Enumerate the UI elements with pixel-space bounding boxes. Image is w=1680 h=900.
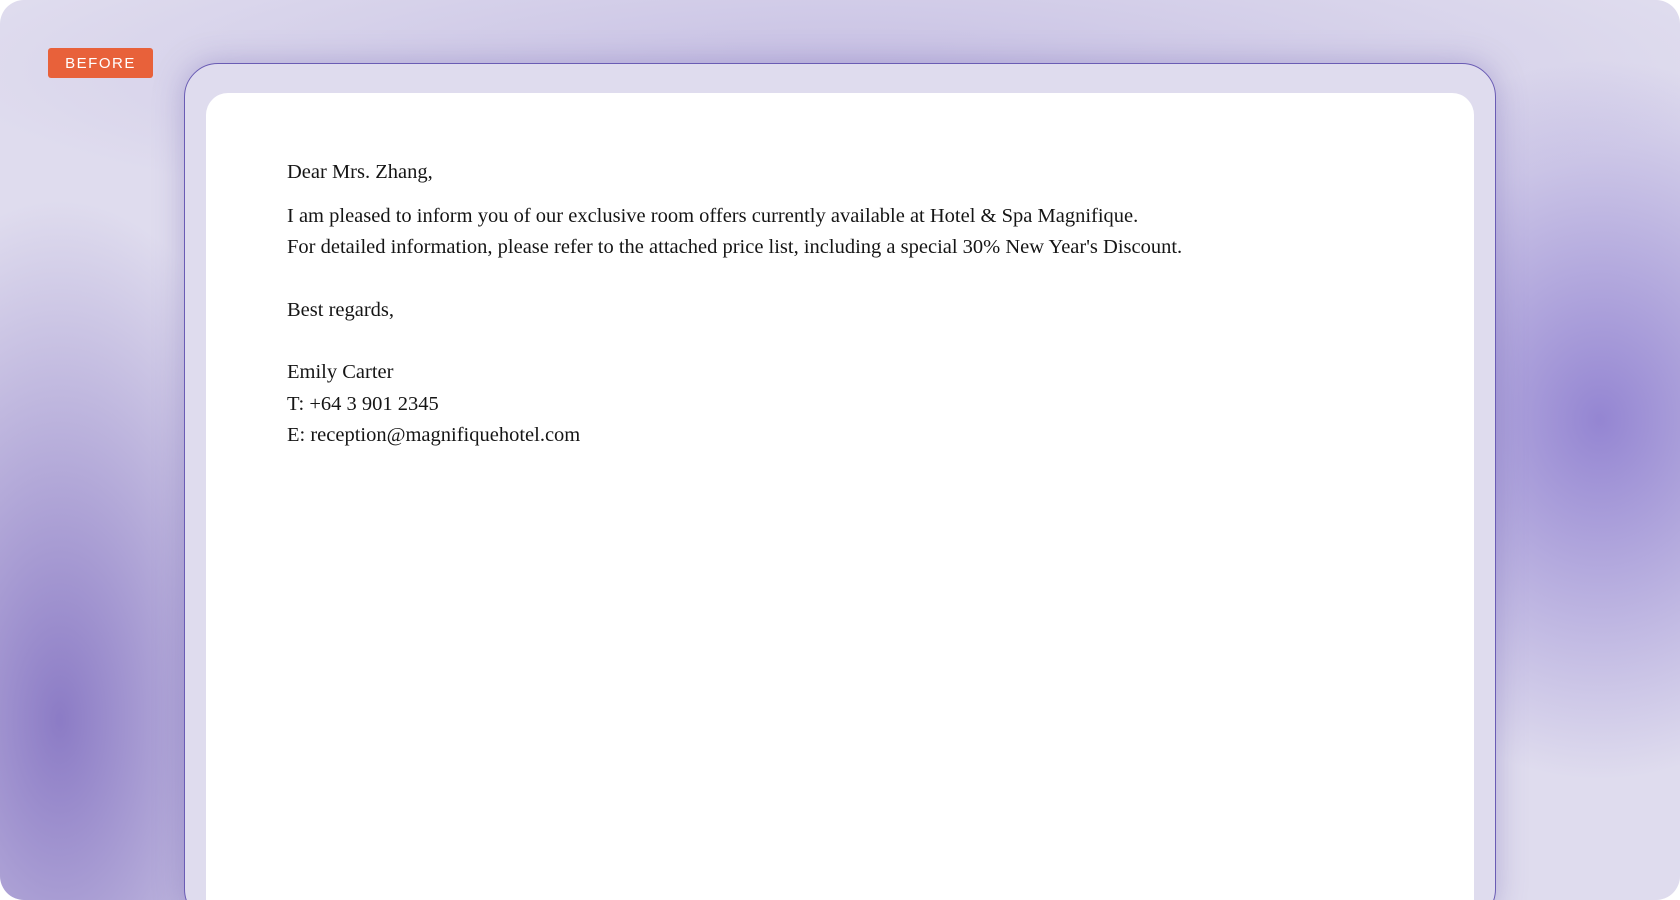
email-body-line-2: For detailed information, please refer t… <box>287 236 1183 258</box>
signature-phone: T: +64 3 901 2345 <box>287 392 439 415</box>
before-badge: BEFORE <box>48 48 153 78</box>
email-letter: Dear Mrs. Zhang, I am pleased to inform … <box>287 157 1182 452</box>
email-body-panel: Dear Mrs. Zhang, I am pleased to inform … <box>206 93 1474 900</box>
signature-email: E: reception@magnifiquehotel.com <box>287 424 581 446</box>
signature-name: Emily Carter <box>287 361 394 383</box>
device-frame: Dear Mrs. Zhang, I am pleased to inform … <box>184 63 1496 900</box>
canvas-background: BEFORE Dear Mrs. Zhang, I am pleased to … <box>0 0 1680 900</box>
email-body-line-1: I am pleased to inform you of our exclus… <box>287 204 1139 227</box>
email-greeting: Dear Mrs. Zhang, <box>287 161 433 183</box>
email-closing: Best regards, <box>287 298 395 321</box>
